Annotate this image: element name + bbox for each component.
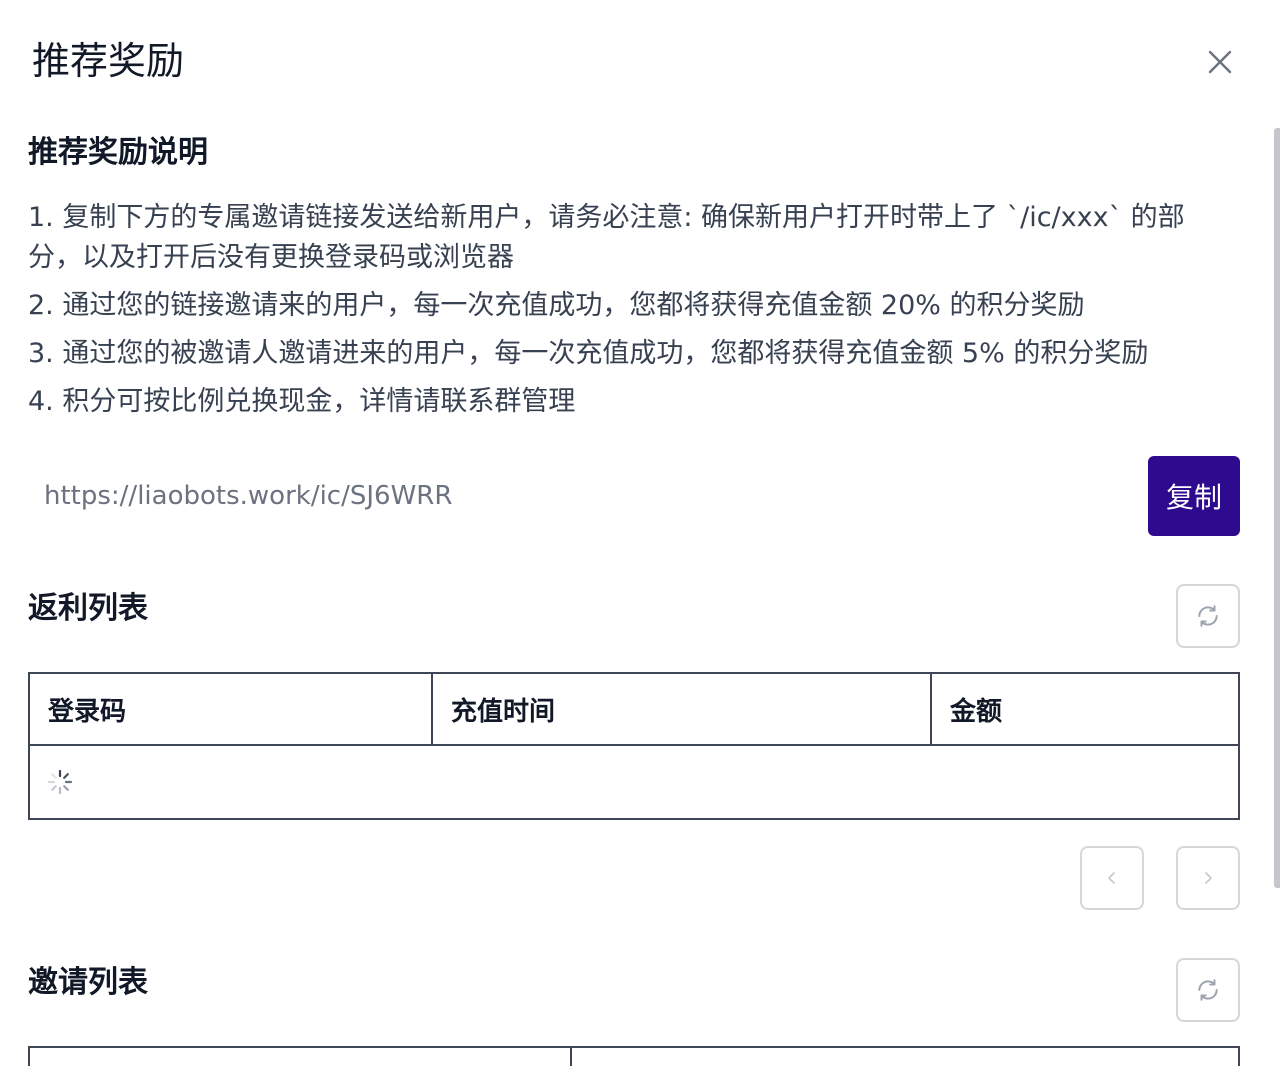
rules-heading: 推荐奖励说明 xyxy=(28,135,208,170)
previous-page-button[interactable] xyxy=(1080,846,1144,910)
rules-list: 1. 复制下方的专属邀请链接发送给新用户，请务必注意: 确保新用户打开时带上了 … xyxy=(28,198,1228,430)
table-loading-row xyxy=(30,746,1238,818)
column-header-recharge-time: 充值时间 xyxy=(433,674,932,744)
chevron-right-icon xyxy=(1205,872,1212,884)
rebate-refresh-button[interactable] xyxy=(1176,584,1240,648)
column-header-amount: 金额 xyxy=(950,696,1003,727)
invite-list-heading: 邀请列表 xyxy=(28,965,148,1000)
next-page-button[interactable] xyxy=(1176,846,1240,910)
modal-title: 推荐奖励 xyxy=(32,39,185,83)
rebate-list-heading: 返利列表 xyxy=(28,591,148,626)
invite-link-input[interactable] xyxy=(28,456,1138,536)
close-button[interactable] xyxy=(1200,42,1240,82)
copy-button[interactable]: 复制 xyxy=(1148,456,1240,536)
referral-reward-modal: 推荐奖励 推荐奖励说明 1. 复制下方的专属邀请链接发送给新用户，请务必注意: … xyxy=(0,0,1280,1066)
chevron-left-icon xyxy=(1108,872,1115,884)
table-header-row: 登录码 充值时间 金额 xyxy=(30,674,1238,746)
rule-item: 2. 通过您的链接邀请来的用户，每一次充值成功，您都将获得充值金额 20% 的积… xyxy=(28,290,1085,321)
refresh-icon xyxy=(1198,979,1218,1001)
column-divider xyxy=(570,1048,572,1066)
rule-item: 4. 积分可按比例兑换现金，详情请联系群管理 xyxy=(28,386,576,417)
invite-table xyxy=(28,1046,1240,1066)
loading-spinner-icon xyxy=(47,769,73,795)
column-header-login-code: 登录码 xyxy=(30,674,433,744)
rule-item: 1. 复制下方的专属邀请链接发送给新用户，请务必注意: 确保新用户打开时带上了 … xyxy=(28,202,1185,273)
refresh-icon xyxy=(1198,605,1218,627)
rule-item: 3. 通过您的被邀请人邀请进来的用户，每一次充值成功，您都将获得充值金额 5% … xyxy=(28,338,1149,369)
invite-refresh-button[interactable] xyxy=(1176,958,1240,1022)
rebate-table: 登录码 充值时间 金额 xyxy=(28,672,1240,820)
scrollbar[interactable] xyxy=(1274,128,1280,888)
close-icon xyxy=(1208,50,1232,74)
